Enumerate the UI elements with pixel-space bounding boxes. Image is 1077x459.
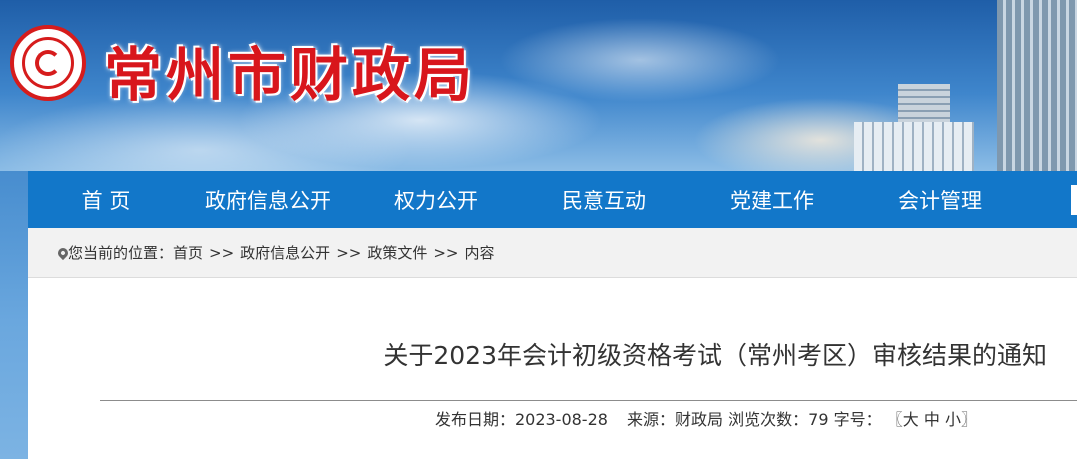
breadcrumb: 您当前的位置： 首页 >> 政府信息公开 >> 政策文件 >> 内容 bbox=[28, 228, 1077, 278]
nav-edge bbox=[1071, 185, 1077, 215]
breadcrumb-link-policy[interactable]: 政策文件 bbox=[367, 242, 427, 263]
nav-item-power-public[interactable]: 权力公开 bbox=[352, 185, 520, 215]
views-count: 79 bbox=[808, 410, 829, 429]
nav-item-accounting[interactable]: 会计管理 bbox=[856, 185, 1024, 215]
publish-date: 2023-08-28 bbox=[514, 410, 608, 429]
building-image bbox=[854, 122, 974, 171]
article-title: 关于2023年会计初级资格考试（常州考区）审核结果的通知 bbox=[383, 341, 1047, 370]
source-value: 财政局 bbox=[675, 410, 724, 429]
breadcrumb-separator: >> bbox=[209, 243, 235, 262]
nav-item-party-building[interactable]: 党建工作 bbox=[688, 185, 856, 215]
nav-item-home[interactable]: 首 页 bbox=[28, 185, 184, 215]
title-divider bbox=[100, 400, 1077, 401]
skyscraper-image bbox=[997, 0, 1077, 171]
fontsize-medium-button[interactable]: 中 bbox=[924, 410, 940, 429]
content-panel: 您当前的位置： 首页 >> 政府信息公开 >> 政策文件 >> 内容 关于202… bbox=[28, 228, 1077, 459]
nav-item-public-interaction[interactable]: 民意互动 bbox=[520, 185, 688, 215]
breadcrumb-link-home[interactable]: 首页 bbox=[173, 242, 203, 263]
breadcrumb-separator: >> bbox=[336, 243, 362, 262]
article-meta: 发布日期：2023-08-28 来源：财政局 浏览次数：79 字号： 〖大 中 … bbox=[28, 406, 1077, 430]
source-label: 来源： bbox=[627, 410, 676, 429]
nav-item-gov-info[interactable]: 政府信息公开 bbox=[184, 185, 352, 215]
site-title[interactable]: 常州市财政局 bbox=[104, 28, 476, 112]
views-label: 浏览次数： bbox=[728, 410, 809, 429]
fontsize-small-button[interactable]: 小 bbox=[945, 410, 961, 429]
breadcrumb-prefix: 您当前的位置： bbox=[68, 244, 174, 262]
breadcrumb-separator: >> bbox=[433, 243, 459, 262]
header-banner: 常州市财政局 bbox=[0, 0, 1077, 171]
fontsize-label: 字号： bbox=[833, 410, 882, 429]
main-nav: 首 页 政府信息公开 权力公开 民意互动 党建工作 会计管理 bbox=[28, 171, 1077, 228]
breadcrumb-current: 内容 bbox=[464, 244, 495, 262]
fontsize-large-button[interactable]: 大 bbox=[903, 410, 919, 429]
fontsize-bracket-close: 〗 bbox=[960, 410, 977, 429]
city-emblem-logo[interactable] bbox=[10, 25, 86, 101]
fontsize-bracket-open: 〖 bbox=[886, 410, 903, 429]
publish-date-label: 发布日期： bbox=[434, 410, 515, 429]
breadcrumb-link-gov-info[interactable]: 政府信息公开 bbox=[240, 242, 330, 263]
